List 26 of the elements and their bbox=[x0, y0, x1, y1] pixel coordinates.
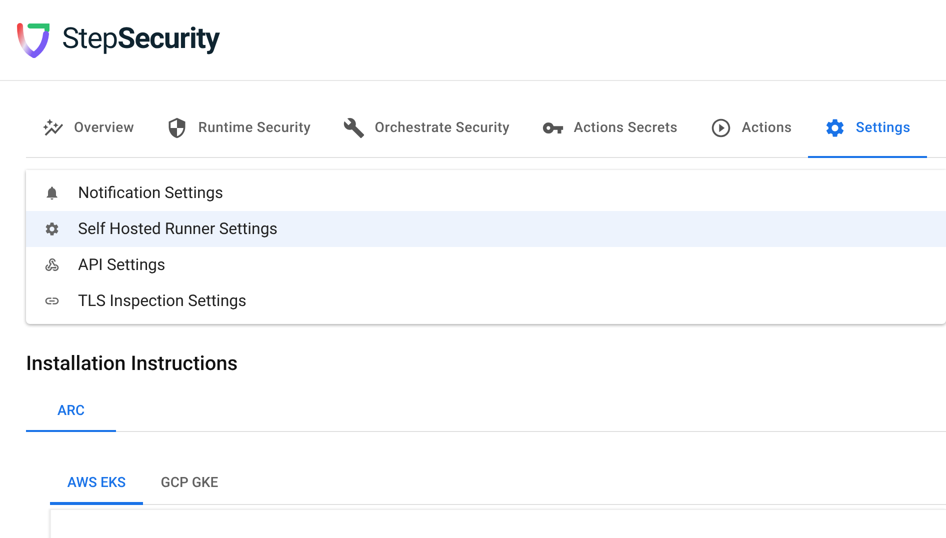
section-title: Installation Instructions bbox=[26, 350, 239, 377]
settings-menu-item[interactable]: TLS Inspection Settings bbox=[26, 283, 946, 319]
nav-tab[interactable]: Orchestrate Security bbox=[326, 100, 526, 158]
menu-item-label: Self Hosted Runner Settings bbox=[78, 218, 278, 240]
nav-tab[interactable]: Overview bbox=[26, 100, 150, 158]
brand-name: StepSecurity bbox=[62, 21, 220, 58]
menu-item-label: API Settings bbox=[78, 254, 166, 276]
install-tab[interactable]: ARC bbox=[26, 392, 116, 432]
settings-menu-item[interactable]: Notification Settings bbox=[26, 175, 946, 211]
platform-tab[interactable]: GCP GKE bbox=[143, 464, 236, 505]
settings-menu-item[interactable]: Self Hosted Runner Settings bbox=[26, 211, 946, 247]
bell-icon bbox=[44, 185, 60, 201]
settings-icon bbox=[824, 117, 846, 139]
platform-tab[interactable]: AWS EKS bbox=[50, 464, 143, 505]
nav-tab[interactable]: Actions Secrets bbox=[526, 100, 694, 158]
settings-icon bbox=[44, 221, 60, 237]
nav-tab[interactable]: Runtime Security bbox=[150, 100, 327, 158]
nav-tab[interactable]: Actions bbox=[694, 100, 808, 158]
menu-item-label: Notification Settings bbox=[78, 182, 224, 204]
logo-icon bbox=[16, 22, 50, 58]
nav-tab[interactable]: Settings bbox=[808, 100, 927, 158]
webhook-icon bbox=[44, 257, 60, 273]
menu-item-label: TLS Inspection Settings bbox=[78, 290, 246, 312]
wrench-icon bbox=[342, 117, 365, 139]
settings-menu-item[interactable]: API Settings bbox=[26, 247, 946, 283]
shield-icon bbox=[166, 117, 188, 139]
